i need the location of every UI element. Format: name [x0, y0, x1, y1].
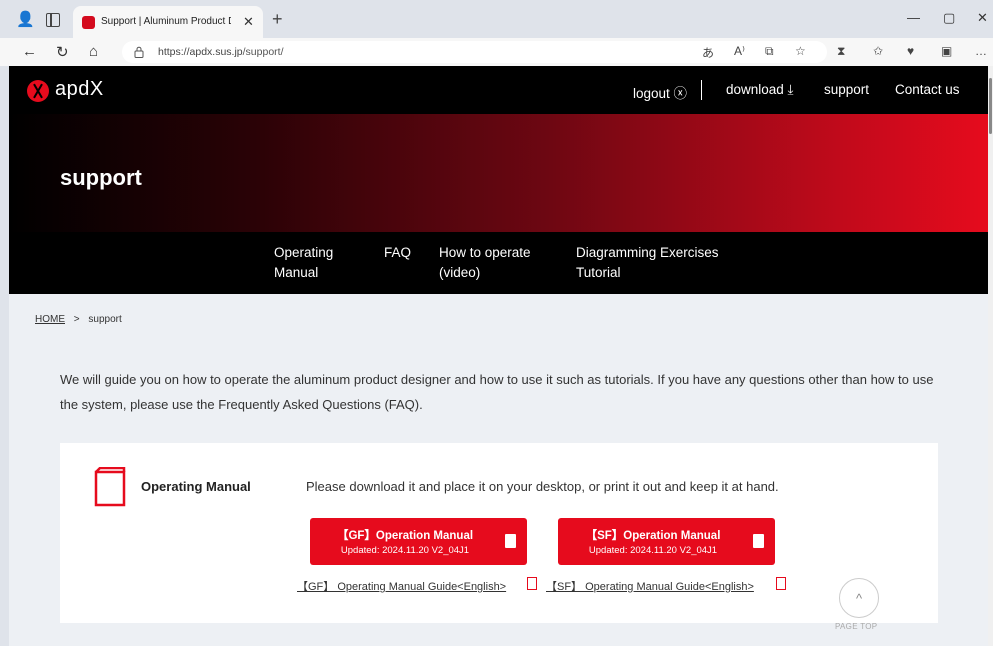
subnav-operating-manual[interactable]: Operating Manual [274, 243, 333, 283]
page-viewport: apdX logout ⓧ download ⤓ support Contact… [9, 66, 988, 646]
tab-close-icon[interactable]: ✕ [243, 14, 254, 30]
lock-icon [134, 46, 144, 58]
profile-icon[interactable]: 👤 [16, 12, 35, 28]
page-top-label: PAGE TOP [835, 622, 878, 631]
button-updated: Updated: 2024.11.20 V2_04J1 [588, 545, 718, 556]
download-link[interactable]: download ⤓ [726, 82, 794, 98]
breadcrumb-current: support [88, 314, 122, 325]
chevron-up-icon: ^ [855, 591, 863, 606]
app-available-icon[interactable]: ⧉ [765, 44, 774, 59]
logout-link[interactable]: logout ⓧ [633, 82, 687, 102]
favorites-icon[interactable]: ✩ [873, 44, 883, 58]
read-aloud-icon[interactable]: A⁾ [734, 44, 745, 58]
collections-icon[interactable]: ▣ [941, 44, 952, 58]
page-top-button[interactable]: ^ [839, 578, 879, 618]
page-title: support [60, 165, 142, 190]
breadcrumb-home-link[interactable]: HOME [35, 314, 65, 325]
card-description: Please download it and place it on your … [306, 479, 779, 494]
subnav-faq[interactable]: FAQ [384, 243, 411, 263]
maximize-button[interactable]: ▢ [943, 10, 955, 26]
more-menu-icon[interactable]: … [975, 44, 987, 58]
apdx-logo-icon[interactable] [27, 80, 49, 102]
button-updated: Updated: 2024.11.20 V2_04J1 [340, 545, 470, 556]
sf-operation-manual-button[interactable]: 【SF】Operation Manual Updated: 2024.11.20… [558, 518, 775, 565]
translate-icon[interactable]: あ [702, 44, 714, 61]
browser-tab-support[interactable]: Support | Aluminum Product Designer ✕ [73, 6, 263, 40]
support-subnav: Operating Manual FAQ How to operate (vid… [9, 232, 988, 294]
tab-title: Support | Aluminum Product Designer [101, 16, 231, 27]
hero-banner: support [9, 114, 988, 232]
button-title: 【SF】Operation Manual [585, 530, 721, 542]
browser-tab-bar: 👤 Support | Aluminum Product Designer ✕ … [0, 0, 993, 40]
pdf-icon [776, 577, 786, 590]
page-scrollbar[interactable] [988, 66, 993, 646]
pdf-icon [505, 534, 516, 548]
tab-actions-icon[interactable] [46, 13, 60, 27]
book-icon [94, 467, 126, 507]
nav-divider [701, 80, 702, 100]
new-tab-button[interactable]: + [272, 9, 283, 30]
card-title: Operating Manual [141, 479, 251, 494]
minimize-button[interactable]: — [907, 10, 920, 25]
apdx-favicon-icon [82, 16, 95, 29]
sf-guide-english-link[interactable]: 【SF】 Operating Manual Guide<English> [546, 578, 754, 594]
refresh-icon[interactable]: ↻ [56, 43, 69, 61]
site-header: apdX logout ⓧ download ⤓ support Contact… [9, 66, 988, 114]
browser-essentials-icon[interactable]: ♥ [907, 44, 914, 58]
subnav-how-to-operate-video[interactable]: How to operate (video) [439, 243, 531, 283]
breadcrumb: HOME > support [35, 314, 122, 325]
home-icon[interactable]: ⌂ [89, 43, 98, 60]
close-window-button[interactable]: ✕ [977, 10, 988, 26]
url-text: https://apdx.sus.jp/support/ [158, 46, 284, 58]
browser-address-bar: ← ↻ ⌂ https://apdx.sus.jp/support/ あ A⁾ … [0, 38, 993, 66]
support-link[interactable]: support [824, 82, 869, 97]
scrollbar-thumb[interactable] [989, 78, 992, 134]
operating-manual-card: Operating Manual Please download it and … [60, 443, 938, 623]
pdf-icon [527, 577, 537, 590]
subnav-diagramming-tutorial[interactable]: Diagramming Exercises Tutorial [576, 243, 719, 283]
back-icon[interactable]: ← [22, 43, 37, 60]
button-title: 【GF】Operation Manual [336, 530, 474, 542]
breadcrumb-separator: > [73, 314, 80, 325]
gf-guide-english-link[interactable]: 【GF】 Operating Manual Guide<English> [297, 578, 506, 594]
pdf-icon [753, 534, 764, 548]
contact-link[interactable]: Contact us [895, 82, 960, 97]
logo-text[interactable]: apdX [55, 78, 104, 101]
intro-text: We will guide you on how to operate the … [60, 372, 934, 412]
gf-operation-manual-button[interactable]: 【GF】Operation Manual Updated: 2024.11.20… [310, 518, 527, 565]
favorite-star-icon[interactable]: ☆ [795, 44, 806, 58]
extensions-icon[interactable]: ⧗ [837, 44, 845, 59]
